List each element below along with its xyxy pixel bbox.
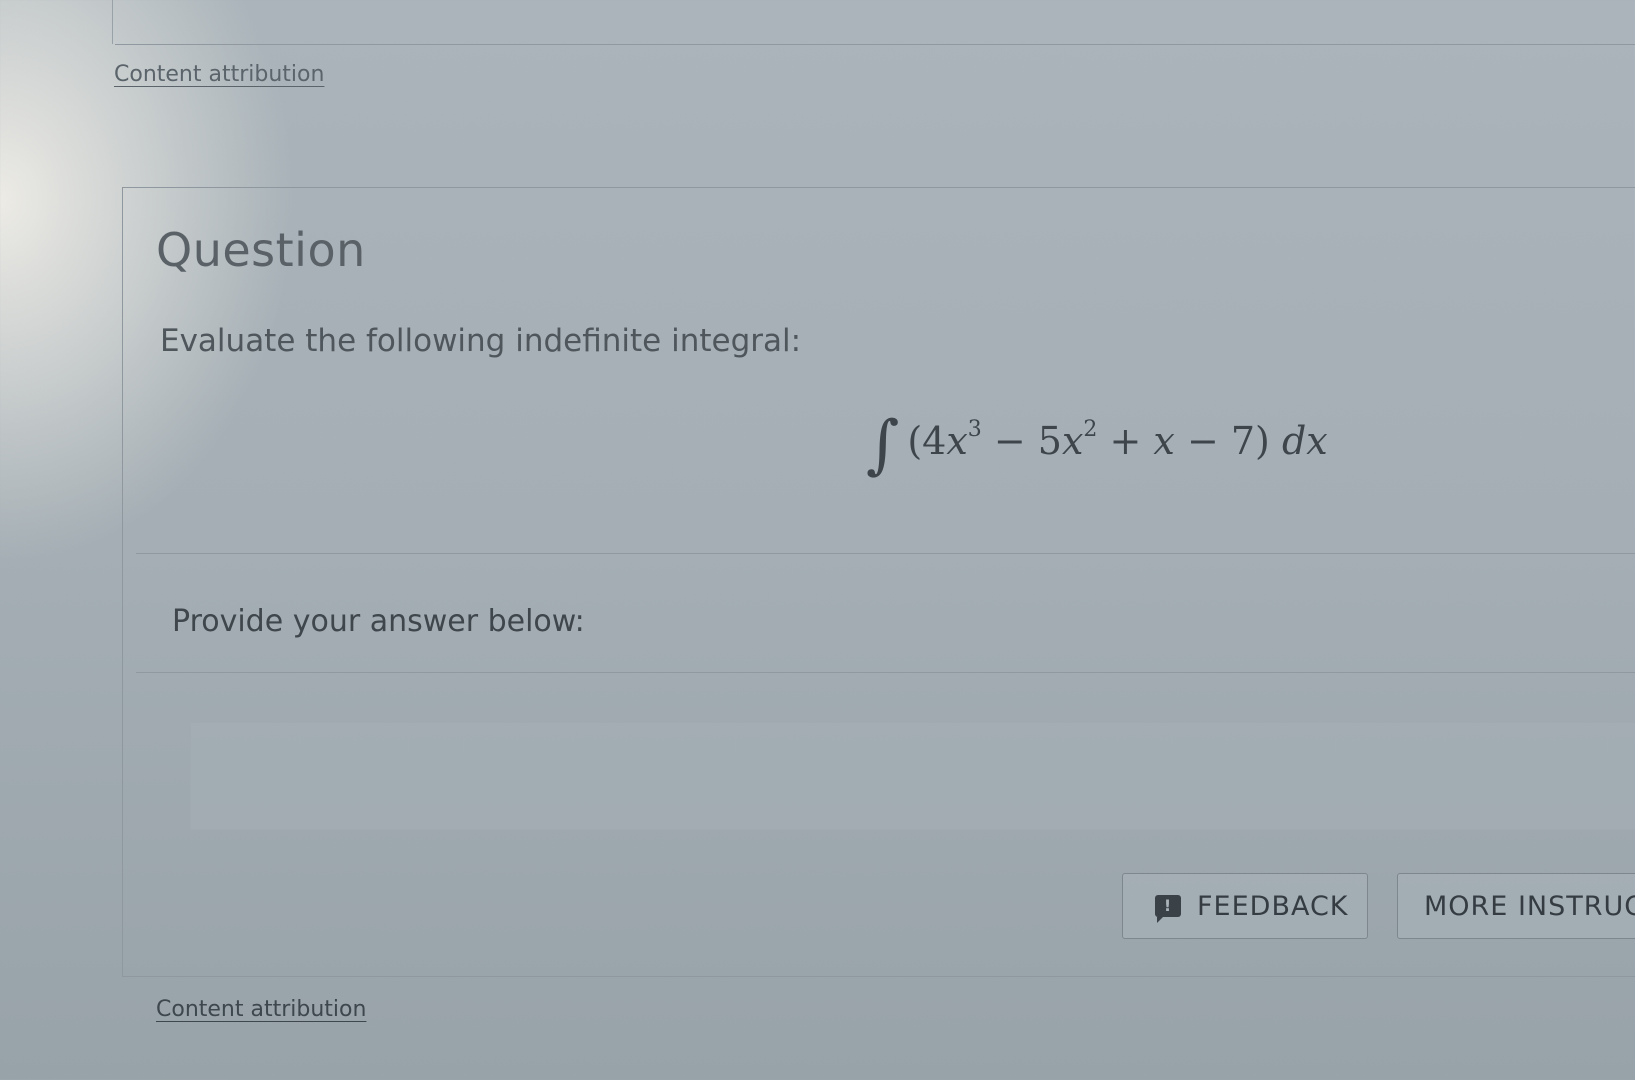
feedback-icon: ! xyxy=(1155,895,1181,923)
formula-part: + xyxy=(1097,419,1154,463)
formula-var: x xyxy=(1061,419,1084,463)
top-left-border xyxy=(112,0,113,44)
formula-part: − 7) xyxy=(1174,419,1282,463)
section-divider xyxy=(136,553,1635,554)
formula-part: − 5 xyxy=(981,419,1062,463)
question-title: Question xyxy=(156,223,366,277)
formula-part: (4 xyxy=(907,419,947,463)
feedback-button[interactable]: ! FEEDBACK xyxy=(1122,873,1368,939)
top-divider xyxy=(115,44,1635,45)
section-divider xyxy=(136,672,1635,673)
formula-var: x xyxy=(946,419,968,463)
integral-formula: ∫ (4x3 − 5x2 + x − 7) dx xyxy=(866,408,1328,482)
question-card xyxy=(122,187,1635,977)
integral-sign: ∫ xyxy=(866,408,900,482)
more-instructions-label: MORE INSTRUC xyxy=(1424,890,1635,922)
feedback-button-label: FEEDBACK xyxy=(1197,890,1349,922)
more-instructions-button[interactable]: MORE INSTRUC xyxy=(1397,873,1635,939)
formula-dx: dx xyxy=(1281,419,1328,463)
answer-input[interactable] xyxy=(190,722,1635,830)
formula-var: x xyxy=(1153,419,1175,463)
formula-exponent: 2 xyxy=(1083,417,1098,442)
formula-exponent: 3 xyxy=(967,417,982,442)
question-prompt: Evaluate the following indefinite integr… xyxy=(160,323,802,359)
content-attribution-link-bottom[interactable]: Content attribution xyxy=(156,997,366,1022)
answer-label: Provide your answer below: xyxy=(172,604,585,639)
content-attribution-link-top[interactable]: Content attribution xyxy=(114,62,324,87)
